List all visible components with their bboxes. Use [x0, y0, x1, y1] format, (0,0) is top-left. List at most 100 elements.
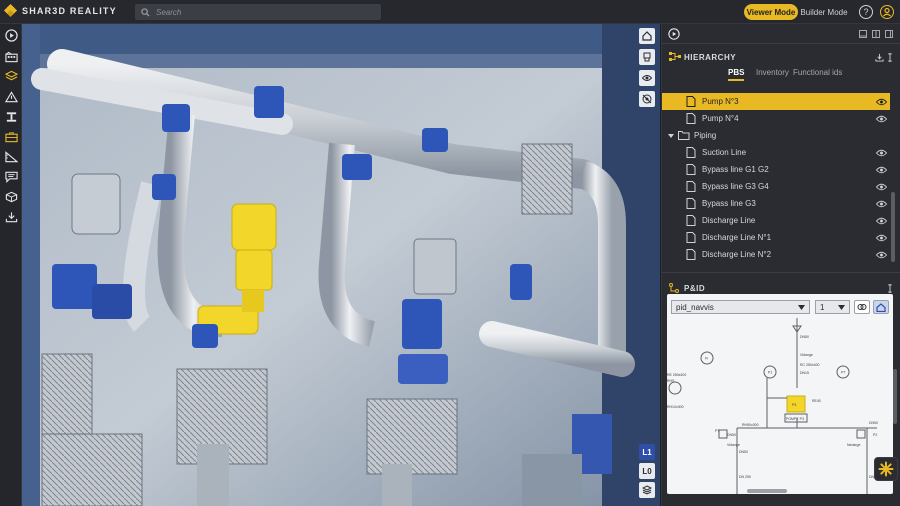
eye-icon[interactable]: [639, 70, 655, 86]
toolbox-icon[interactable]: [4, 130, 18, 144]
pid-label: RH50x300: [742, 423, 759, 427]
tree-row-suction-line[interactable]: Suction Line: [662, 144, 890, 161]
visibility-eye-icon[interactable]: [876, 200, 887, 208]
point-cloud-scene[interactable]: [22, 24, 660, 506]
builder-mode-button[interactable]: Builder Mode: [799, 4, 849, 20]
tree-row-discharge-line-1[interactable]: Discharge Line N°1: [662, 229, 890, 246]
visibility-eye-icon[interactable]: [876, 217, 887, 225]
pid-scrollbar-horizontal[interactable]: [747, 489, 787, 493]
tab-inventory[interactable]: Inventory: [756, 68, 789, 79]
search-box[interactable]: [135, 4, 381, 20]
tree-row-pump-4[interactable]: Pump N°4: [662, 110, 890, 127]
pid-label: POMPE P3: [786, 417, 804, 421]
panel-header: [662, 24, 900, 44]
pid-label: RH10x300: [667, 405, 684, 409]
tree-row-label: Discharge Line N°1: [702, 233, 772, 242]
building-icon[interactable]: [4, 50, 18, 64]
pid-label: P3: [792, 403, 796, 407]
assistant-button[interactable]: [874, 457, 898, 481]
resize-handle-icon[interactable]: [887, 53, 893, 62]
pid-label: P2: [873, 433, 877, 437]
folder-open-icon: [678, 131, 690, 140]
pid-page-select[interactable]: 1: [815, 300, 850, 314]
visibility-eye-icon[interactable]: [876, 115, 887, 123]
pid-label: DN50: [739, 450, 748, 454]
layout-split-icon[interactable]: [872, 30, 880, 38]
chevron-down-icon[interactable]: [668, 133, 674, 139]
layers-icon[interactable]: [4, 69, 18, 83]
tab-pbs[interactable]: PBS: [728, 68, 745, 81]
pid-label: PT: [841, 371, 846, 375]
document-icon: [686, 249, 696, 260]
hierarchy-icon: [669, 52, 681, 61]
panel-splitter[interactable]: [662, 272, 900, 276]
tree-row-label: Suction Line: [702, 148, 747, 157]
warning-icon[interactable]: [4, 90, 18, 104]
pid-label: P1: [768, 371, 772, 375]
tree-scrollbar[interactable]: [891, 192, 895, 262]
left-toolbar: [0, 24, 22, 506]
tree-row-bypass-g3-g4[interactable]: Bypass line G3 G4: [662, 178, 890, 195]
layout-panel-icon[interactable]: [885, 30, 893, 38]
user-account-icon[interactable]: [880, 5, 894, 19]
cube-icon[interactable]: [4, 190, 18, 204]
visibility-eye-icon[interactable]: [876, 166, 887, 174]
chevron-down-icon: [798, 305, 805, 310]
help-icon[interactable]: ?: [859, 5, 873, 19]
pid-label: Vidange: [727, 443, 740, 447]
visibility-eye-icon[interactable]: [876, 234, 887, 242]
document-icon: [686, 164, 696, 175]
beam-icon[interactable]: [4, 110, 18, 124]
level-l0-button[interactable]: L0: [639, 463, 655, 479]
tree-row-label: Bypass line G3: [702, 199, 756, 208]
document-icon: [686, 198, 696, 209]
home-view-icon[interactable]: [873, 300, 889, 314]
pid-label: RHS: [667, 379, 675, 383]
export-icon[interactable]: [875, 53, 884, 62]
pid-label: Nedarge: [847, 443, 860, 447]
tree-row-bypass-g1-g2[interactable]: Bypass line G1 G2: [662, 161, 890, 178]
logo-mark-icon: [3, 3, 18, 18]
search-input[interactable]: [156, 7, 356, 17]
app-logo[interactable]: SHAR3D REALITY: [3, 3, 117, 18]
collapse-panel-icon[interactable]: [668, 28, 680, 40]
comment-icon[interactable]: [4, 170, 18, 184]
layers-icon[interactable]: [639, 482, 655, 498]
document-icon: [686, 113, 696, 124]
document-icon: [686, 96, 696, 107]
document-icon: [686, 147, 696, 158]
3d-viewport[interactable]: L1 L0: [22, 24, 660, 506]
viewer-mode-button[interactable]: Viewer Mode: [744, 4, 798, 20]
visibility-eye-icon[interactable]: [876, 149, 887, 157]
tree-row-piping-folder[interactable]: Piping: [662, 127, 890, 144]
home-view-icon[interactable]: [639, 28, 655, 44]
tree-row-bypass-g3[interactable]: Bypass line G3: [662, 195, 890, 212]
play-icon[interactable]: [4, 28, 18, 42]
pump-filter-icon[interactable]: [639, 49, 655, 65]
link-icon[interactable]: [854, 300, 870, 314]
hierarchy-title: HIERARCHY: [684, 53, 737, 62]
pid-diagram-viewer[interactable]: pid_navvis 1 DN50 Vidange RC 250x400 DN1…: [667, 294, 893, 494]
visibility-eye-icon[interactable]: [876, 98, 887, 106]
eye-off-icon[interactable]: [639, 91, 655, 107]
level-l1-button[interactable]: L1: [639, 444, 655, 460]
right-panel: HIERARCHY PBS Inventory Functional ids P…: [661, 24, 900, 506]
pid-label: DN15: [800, 371, 809, 375]
pid-schematic[interactable]: DN50 Vidange RC 250x400 DN15 FI P3 P1 PT…: [667, 318, 893, 494]
layout-single-icon[interactable]: [859, 30, 867, 38]
tab-functional-ids[interactable]: Functional ids: [793, 68, 842, 79]
tree-row-discharge-line-2[interactable]: Discharge Line N°2: [662, 246, 890, 263]
app-name: SHAR3D REALITY: [22, 6, 117, 16]
visibility-eye-icon[interactable]: [876, 251, 887, 259]
resize-handle-icon[interactable]: [887, 284, 893, 293]
pid-scrollbar-vertical[interactable]: [893, 369, 897, 424]
tree-row-pump-3[interactable]: Pump N°3: [662, 93, 890, 110]
chevron-down-icon: [838, 305, 845, 310]
tree-row-discharge-line[interactable]: Discharge Line: [662, 212, 890, 229]
ruler-icon[interactable]: [4, 150, 18, 164]
visibility-eye-icon[interactable]: [876, 183, 887, 191]
pid-document-select[interactable]: pid_navvis: [671, 300, 810, 314]
pid-label: RC 250x400: [800, 363, 820, 367]
pid-label: DN50: [869, 421, 878, 425]
download-icon[interactable]: [4, 210, 18, 224]
